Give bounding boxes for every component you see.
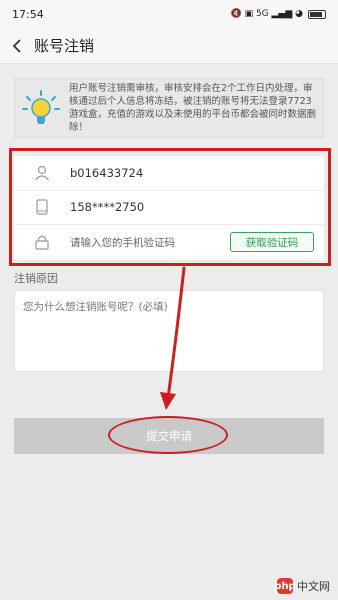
- user-icon: [14, 165, 70, 181]
- phone-value: 158****2750: [70, 200, 145, 215]
- status-time: 17:54: [12, 7, 44, 21]
- submit-button[interactable]: 提交申请: [14, 418, 324, 454]
- notice-banner: 用户账号注销需审核，审核安排会在2个工作日内处理，审核通过后个人信息将冻结，被注…: [14, 78, 324, 138]
- nav-bar: 账号注销: [0, 28, 338, 64]
- back-arrow-icon[interactable]: [0, 28, 34, 64]
- lightbulb-icon: [22, 90, 60, 124]
- watermark-text: 中文网: [297, 580, 330, 593]
- reason-label: 注销原因: [14, 272, 58, 285]
- notice-text: 用户账号注销需审核，审核安排会在2个工作日内处理，审核通过后个人信息将冻结，被注…: [69, 83, 317, 133]
- watermark-logo: php: [274, 578, 296, 594]
- account-card: b016433724 158****2750 请输入您的手机验证码 获取验证码: [14, 156, 324, 260]
- battery-icon: [308, 9, 326, 19]
- get-code-button[interactable]: 获取验证码: [230, 232, 314, 253]
- status-bar: 17:54 🔇 ▣ 5G ▂▄▆ ◕: [0, 0, 338, 28]
- code-row: 请输入您的手机验证码 获取验证码: [14, 225, 324, 260]
- phone-icon: [14, 199, 70, 215]
- reason-textarea[interactable]: [14, 290, 324, 372]
- status-indicators: 🔇 ▣ 5G ▂▄▆ ◕: [231, 9, 326, 19]
- username-value: b016433724: [70, 165, 144, 180]
- watermark: php 中文网: [274, 578, 330, 594]
- page-title: 账号注销: [34, 37, 95, 55]
- signal-icons: 🔇 ▣ 5G ▂▄▆ ◕: [230, 9, 303, 19]
- phone-row: 158****2750: [14, 191, 324, 226]
- username-row: b016433724: [14, 156, 324, 191]
- lock-icon: [14, 234, 70, 251]
